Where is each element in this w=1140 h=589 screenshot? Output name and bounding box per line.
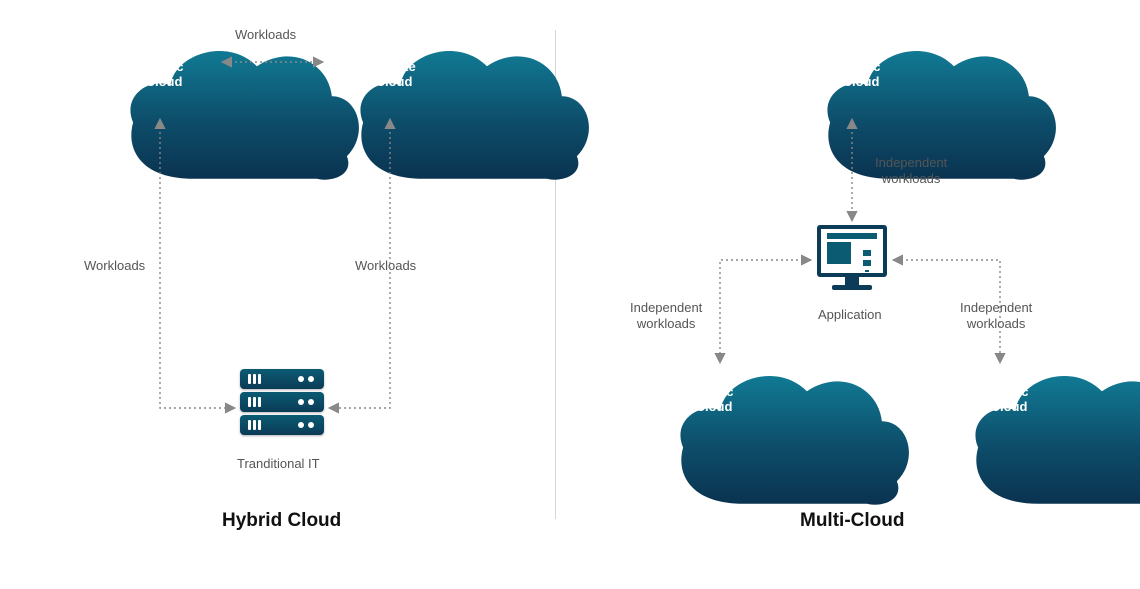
hybrid-top-arrow-label: Workloads	[235, 27, 296, 43]
server-rack-icon	[240, 366, 324, 438]
hybrid-title: Hybrid Cloud	[222, 510, 341, 532]
multi-top-arrow-label: Independent workloads	[875, 155, 947, 186]
multi-right-arrow-label: Independent workloads	[960, 300, 1032, 331]
diagram-stage: Public Cloud Private Cloud Workloads Wor…	[0, 0, 1140, 589]
multi-left-cloud-icon: Public Cloud	[640, 365, 770, 445]
hybrid-right-arrow-label: Workloads	[355, 258, 416, 274]
multi-left-cloud-label: Public Cloud	[640, 385, 770, 415]
application-label: Application	[818, 307, 882, 323]
multi-top-cloud-icon: Public Cloud	[787, 40, 917, 120]
hybrid-public-cloud-label: Public Cloud	[90, 60, 220, 90]
hybrid-private-cloud-label: Private Cloud	[320, 60, 450, 90]
multi-top-cloud-label: Public Cloud	[787, 60, 917, 90]
multi-title: Multi-Cloud	[800, 510, 904, 532]
hybrid-public-cloud-icon: Public Cloud	[90, 40, 220, 120]
application-icon	[817, 225, 887, 290]
multi-left-arrow-label: Independent workloads	[630, 300, 702, 331]
hybrid-private-cloud-icon: Private Cloud	[320, 40, 450, 120]
rack-label: Tranditional IT	[237, 456, 320, 472]
multi-right-cloud-icon: Public Cloud	[935, 365, 1065, 445]
hybrid-left-arrow-label: Workloads	[84, 258, 145, 274]
multi-right-cloud-label: Public Cloud	[935, 385, 1065, 415]
